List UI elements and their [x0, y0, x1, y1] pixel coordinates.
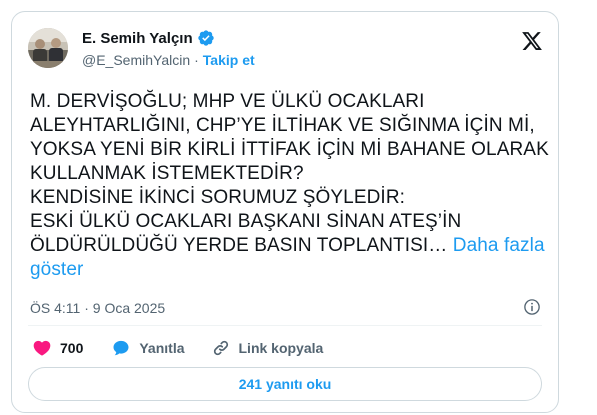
reply-button[interactable]: Yanıtla [111, 338, 185, 358]
tweet-line: KULLANMAK İSTEMEKTEDİR? [30, 163, 304, 184]
action-bar: 700 Yanıtla Link kopyala [30, 337, 323, 359]
verified-badge-icon [197, 29, 215, 47]
tweet-embed-card: E. Semih Yalçın @E_SemihYalcin · Takip e… [11, 11, 559, 413]
tweet-line: KENDİSİNE İKİNCİ SORUMUZ ŞÖYLEDİR: [30, 187, 406, 208]
like-count: 700 [60, 340, 84, 356]
author-handle[interactable]: @E_SemihYalcin [82, 52, 190, 68]
tweet-line-last-text: ÖLDÜRÜLDÜĞÜ YERDE BASIN TOPLANTISI… [30, 235, 448, 256]
show-more-link[interactable]: Daha fazla [453, 235, 545, 256]
tweet-timestamp[interactable]: ÖS 4:11 · 9 Oca 2025 [30, 300, 165, 316]
reply-bubble-icon [113, 340, 129, 356]
link-icon [213, 340, 228, 356]
tweet-line: M. DERVİŞOĞLU; MHP VE ÜLKÜ OCAKLARI [30, 91, 425, 112]
tweet-line: ESKİ ÜLKÜ OCAKLARI BAŞKANI SİNAN ATEŞ’İN [30, 211, 462, 232]
heart-icon [33, 340, 51, 356]
like-button[interactable]: 700 [32, 338, 83, 358]
read-replies-button[interactable]: 241 yanıtı oku [28, 367, 542, 401]
follow-button[interactable]: Takip et [203, 52, 255, 68]
author-handle-row: @E_SemihYalcin · Takip et [82, 52, 255, 68]
tweet-line-last: ÖLDÜRÜLDÜĞÜ YERDE BASIN TOPLANTISI… Daha… [30, 234, 550, 258]
tweet-text: M. DERVİŞOĞLU; MHP VE ÜLKÜ OCAKLARI ALEY… [30, 90, 550, 282]
separator-dot: · [194, 52, 199, 68]
show-more-link-continued[interactable]: göster [30, 258, 550, 282]
info-icon[interactable] [523, 298, 541, 316]
reply-label: Yanıtla [139, 340, 185, 356]
author-name-row[interactable]: E. Semih Yalçın [82, 29, 215, 47]
author-display-name[interactable]: E. Semih Yalçın [82, 30, 193, 47]
copy-link-label: Link kopyala [238, 340, 324, 356]
copy-link-button[interactable]: Link kopyala [211, 338, 324, 358]
tweet-line: YOKSA YENİ BİR KİRLİ İTTİFAK İÇİN Mİ BAH… [30, 139, 549, 160]
avatar[interactable] [28, 28, 68, 68]
divider [28, 325, 542, 326]
x-logo-icon[interactable] [521, 30, 543, 52]
tweet-line: ALEYHTARLIĞINI, CHP’YE İLTİHAK VE SIĞINM… [30, 115, 535, 136]
